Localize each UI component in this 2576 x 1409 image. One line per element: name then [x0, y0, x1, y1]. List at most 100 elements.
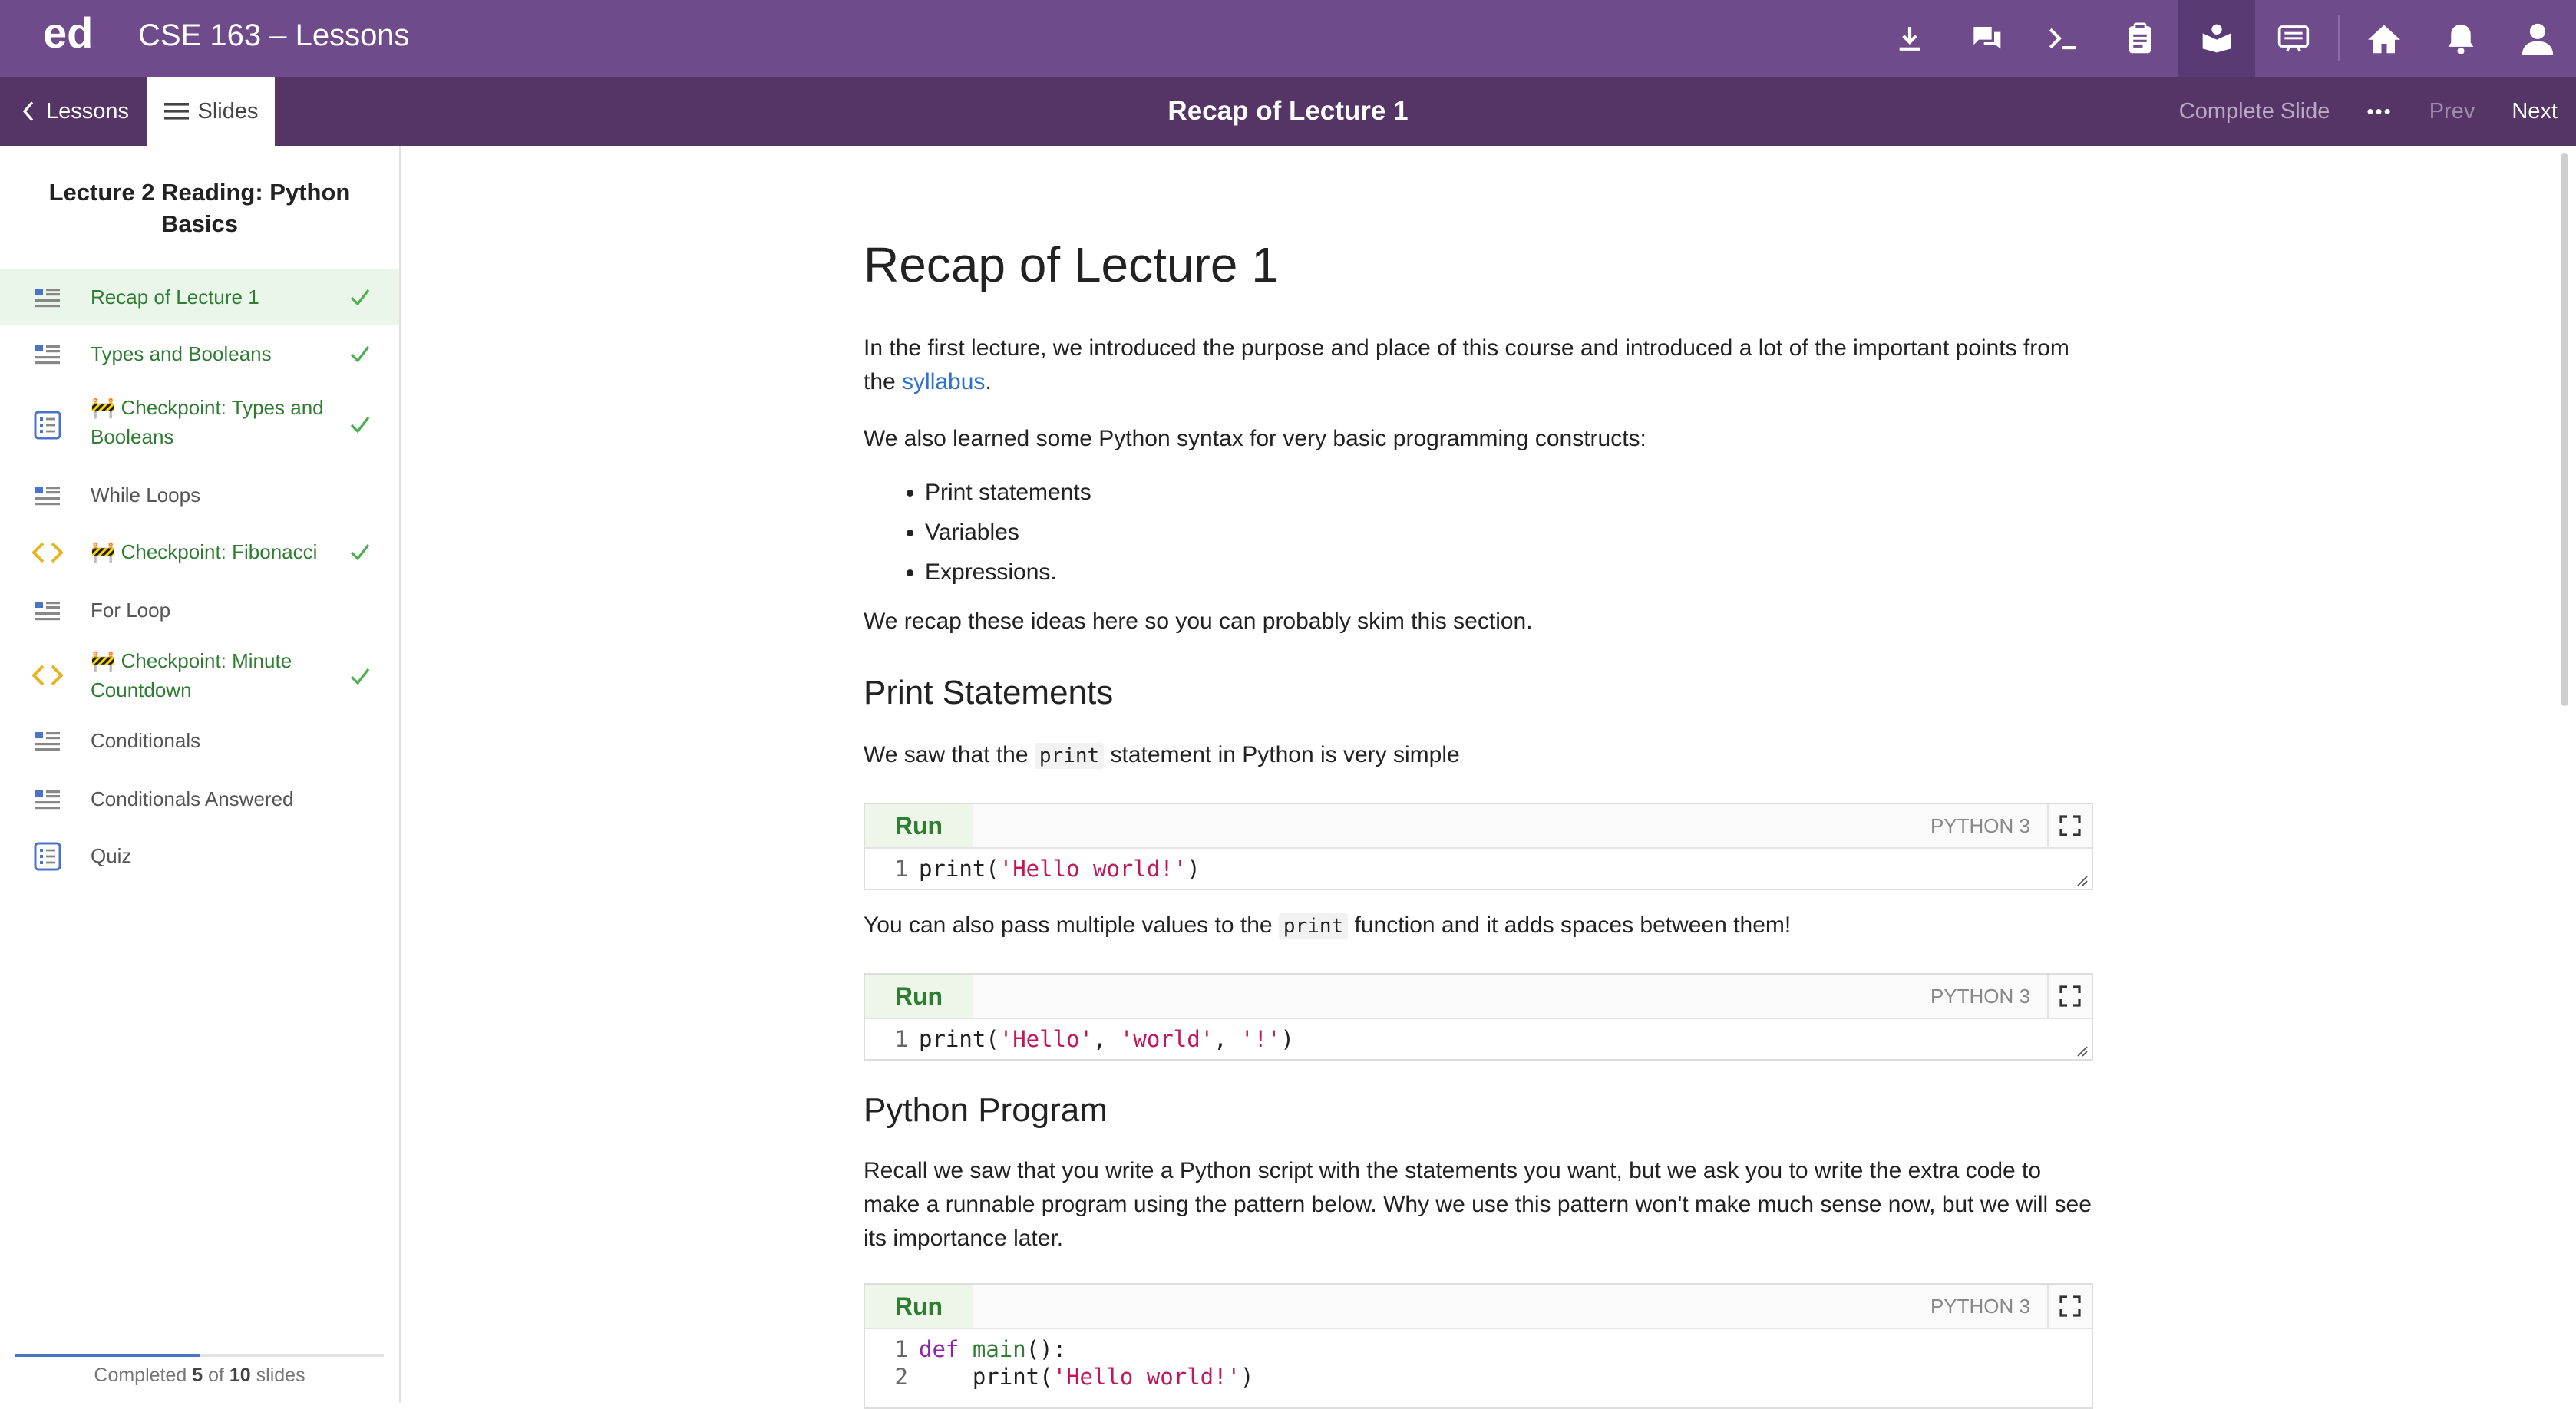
next-slide-button[interactable]: Next: [2512, 99, 2558, 124]
slides-icon[interactable]: [2255, 0, 2332, 77]
language-label: PYTHON 3: [1930, 1295, 2030, 1318]
string-token: '!': [1240, 1026, 1281, 1052]
fullscreen-button[interactable]: [2047, 975, 2092, 1018]
slides-progress-bar: [15, 1354, 384, 1357]
code-line: print('Hello world!'): [919, 855, 1200, 883]
code-editor-3[interactable]: Run PYTHON 3 1 def main(): 2 print('Hello…: [864, 1283, 2093, 1409]
slide-heading: Recap of Lecture 1: [864, 237, 1279, 292]
back-to-lessons-button[interactable]: Lessons: [0, 77, 150, 146]
lesson-nav-bar: Recap of Lecture 1 Lessons Slides Comple…: [0, 77, 2576, 146]
list-item: Expressions.: [925, 553, 1091, 592]
slide-item-label: 🚧 Checkpoint: Minute Countdown: [91, 649, 292, 701]
fullscreen-button[interactable]: [2047, 804, 2092, 847]
line-number: 1: [894, 856, 908, 882]
code-editor-header: Run PYTHON 3: [865, 804, 2092, 849]
line-number: 1: [894, 1336, 908, 1362]
paragraph-print: We saw that the print statement in Pytho…: [864, 738, 2092, 773]
slides-progress-text: Completed 5 of 10 slides: [0, 1364, 399, 1387]
slide-item-checkpoint-fibonacci[interactable]: 🚧 Checkpoint: Fibonacci: [0, 523, 399, 580]
language-label: PYTHON 3: [1930, 985, 2030, 1008]
terminal-icon[interactable]: [2025, 0, 2102, 77]
code-area[interactable]: 1 print('Hello', 'world', '!'): [865, 1019, 2092, 1059]
document-icon: [35, 732, 60, 751]
run-button[interactable]: Run: [865, 1285, 973, 1328]
check-icon: [350, 346, 370, 362]
code-token: print(: [919, 856, 999, 882]
slide-item-recap-of-lecture-1[interactable]: Recap of Lecture 1: [0, 269, 399, 325]
content-scrollbar[interactable]: [2561, 153, 2568, 706]
code-token: ():: [1025, 1336, 1067, 1362]
slide-item-label: For Loop: [91, 599, 171, 622]
lessons-icon[interactable]: [2178, 0, 2255, 77]
slide-actions: Complete Slide ••• Prev Next: [2179, 77, 2558, 146]
more-options-button[interactable]: •••: [2366, 100, 2392, 124]
code-icon: [32, 542, 63, 563]
home-icon[interactable]: [2346, 0, 2422, 77]
slides-progress-fill: [15, 1354, 200, 1357]
slide-item-while-loops[interactable]: While Loops: [0, 465, 399, 523]
slide-item-label: While Loops: [91, 483, 201, 507]
code-area[interactable]: 1 print('Hello world!'): [865, 849, 2092, 889]
multi-text-a: You can also pass multiple values to the: [864, 912, 1279, 938]
document-icon: [35, 790, 60, 810]
slide-item-label: Conditionals: [91, 729, 201, 752]
expand-icon: [2059, 985, 2081, 1007]
document-icon: [35, 289, 60, 308]
inline-code: print: [1278, 913, 1349, 939]
chat-icon[interactable]: [1948, 0, 2025, 77]
list-item: Print statements: [925, 473, 1091, 513]
print-text-b: statement in Python is very simple: [1104, 742, 1460, 767]
multi-text-b: function and it adds spaces between them…: [1348, 912, 1792, 938]
course-title[interactable]: CSE 163 – Lessons: [138, 18, 410, 53]
menu-icon: [163, 103, 189, 120]
slides-sidebar: Lecture 2 Reading: Python Basics Recap o…: [0, 146, 401, 1403]
slide-item-for-loop[interactable]: For Loop: [0, 580, 399, 639]
progress-prefix: Completed: [94, 1364, 193, 1386]
code-editor-1[interactable]: Run PYTHON 3 1 print('Hello world!'): [864, 803, 2093, 890]
check-icon: [350, 668, 370, 685]
slide-item-quiz[interactable]: Quiz: [0, 830, 399, 887]
code-area[interactable]: 1 def main(): 2 print('Hello world!'): [865, 1329, 2092, 1397]
resize-handle-icon[interactable]: [2076, 1045, 2089, 1058]
download-icon[interactable]: [1871, 0, 1948, 77]
string-token: 'world': [1119, 1026, 1214, 1052]
prev-slide-button[interactable]: Prev: [2429, 99, 2475, 124]
syllabus-link[interactable]: syllabus: [902, 369, 985, 394]
code-editor-2[interactable]: Run PYTHON 3 1 print('Hello', 'world', '!…: [864, 973, 2093, 1061]
paragraph-syntax: We also learned some Python syntax for v…: [864, 426, 1646, 451]
code-token: ): [1240, 1364, 1254, 1390]
document-icon: [35, 487, 60, 506]
expand-icon: [2059, 815, 2081, 836]
slide-item-conditionals[interactable]: Conditionals: [0, 715, 399, 774]
back-to-lessons-label: Lessons: [46, 98, 130, 124]
user-icon[interactable]: [2499, 0, 2576, 77]
ed-logo[interactable]: ed: [43, 8, 93, 58]
top-toolbar: [1871, 0, 2576, 77]
quiz-icon: [34, 842, 61, 871]
fullscreen-button[interactable]: [2047, 1285, 2092, 1328]
slide-item-label: Conditionals Answered: [91, 787, 294, 810]
slide-item-label: 🚧 Checkpoint: Fibonacci: [91, 540, 318, 563]
check-icon: [350, 544, 370, 560]
bell-icon[interactable]: [2422, 0, 2499, 77]
complete-slide-button[interactable]: Complete Slide: [2179, 99, 2330, 124]
document-icon: [35, 602, 60, 621]
line-number: 1: [894, 1026, 908, 1052]
document-icon: [35, 345, 60, 365]
constructs-list: Print statements Variables Expressions.: [864, 473, 1091, 592]
run-button[interactable]: Run: [865, 975, 973, 1018]
resize-handle-icon[interactable]: [2076, 875, 2089, 887]
top-app-bar: ed CSE 163 – Lessons: [0, 0, 2576, 77]
code-editor-header: Run PYTHON 3: [865, 1285, 2092, 1329]
slide-item-checkpoint-minute-countdown[interactable]: 🚧 Checkpoint: Minute Countdown: [0, 639, 399, 715]
run-button[interactable]: Run: [865, 804, 973, 847]
slide-item-types-and-booleans[interactable]: Types and Booleans: [0, 325, 399, 382]
slide-item-checkpoint-types-and-booleans[interactable]: 🚧 Checkpoint: Types and Booleans: [0, 382, 399, 465]
slide-item-conditionals-answered[interactable]: Conditionals Answered: [0, 774, 399, 830]
intro-text: In the first lecture, we introduced the …: [864, 335, 2069, 394]
clipboard-icon[interactable]: [2102, 0, 2178, 77]
intro-period: .: [985, 369, 992, 394]
slide-item-label: Types and Booleans: [91, 342, 272, 365]
slides-toggle-button[interactable]: Slides: [147, 77, 275, 146]
code-icon: [32, 665, 63, 686]
